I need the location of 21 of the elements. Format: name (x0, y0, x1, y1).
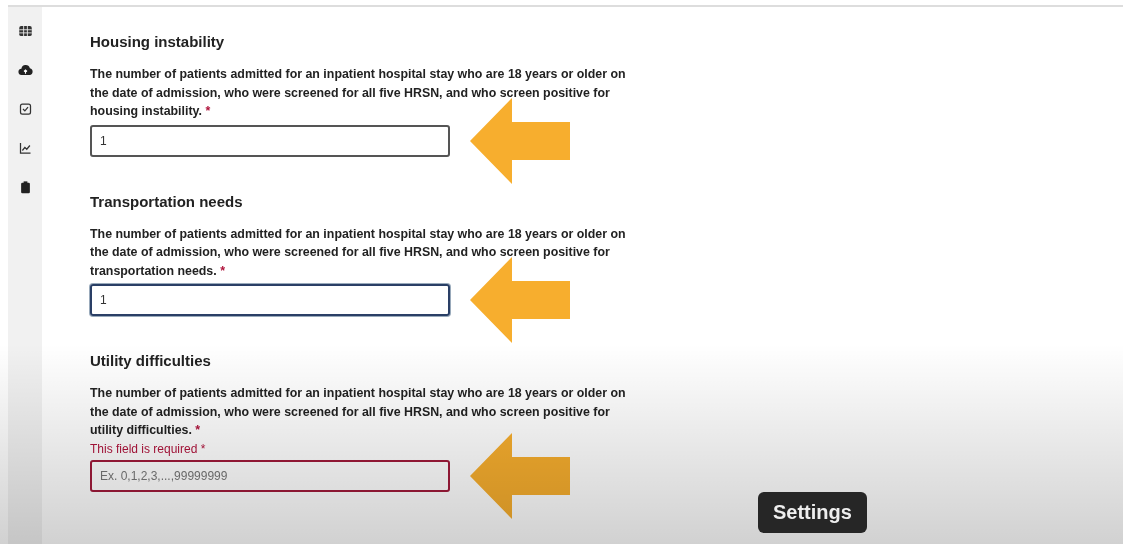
required-mark: * (205, 104, 211, 118)
question-text: The number of patients admitted for an inpatient hospital stay who are 18 years or older on the date of admission, who were screened for all five HRSN, and who screen positive for housing instability. * (90, 66, 627, 120)
section-title: Transportation needs (90, 192, 244, 210)
question-text: The number of patients admitted for an inpatient hospital stay who are 18 years or older on the date of admission, who were screened for all five HRSN, and who screen positive for utility difficulties. * (90, 385, 627, 439)
error-message: This field is required * (90, 441, 207, 456)
cloud-upload-icon[interactable] (17, 62, 33, 78)
required-mark: * (195, 423, 201, 437)
line-chart-icon[interactable] (17, 140, 33, 156)
section-title: Housing instability (90, 33, 226, 50)
arrow-icon (470, 432, 570, 519)
question-text: The number of patients admitted for an inpatient hospital stay who are 18 years or older on the date of admission, who were screened for all five HRSN, and who screen positive for transportation needs. * (90, 225, 627, 280)
tooltip: Settings (758, 492, 867, 533)
checkbox-icon[interactable] (17, 101, 33, 117)
required-mark: * (200, 441, 206, 456)
input-field[interactable]: 1 (90, 124, 450, 157)
input-field[interactable]: 1 (90, 284, 450, 316)
arrow-icon (470, 257, 570, 343)
section-title: Utility difficulties (90, 352, 212, 369)
grid-icon[interactable] (17, 23, 33, 39)
input-field[interactable]: Ex. 0,1,2,3,...,99999999 (90, 459, 450, 492)
required-mark: * (220, 263, 225, 278)
